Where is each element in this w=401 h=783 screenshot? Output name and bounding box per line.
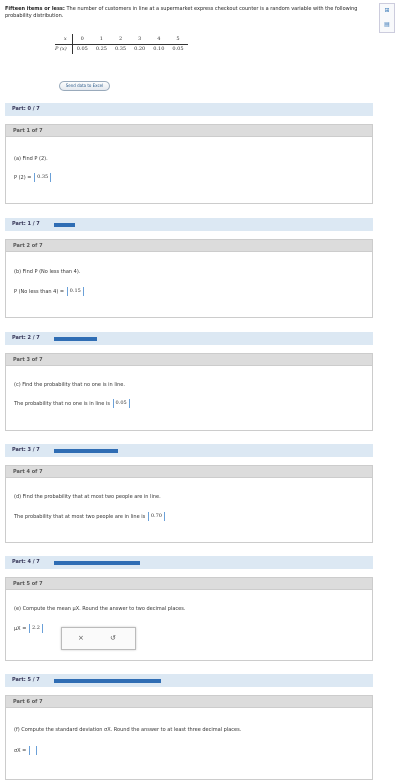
- answer-field[interactable]: 2.2: [28, 624, 43, 633]
- question-text: (a) Find P (2).: [14, 156, 48, 162]
- part-progress-label: Part: 1 / 7: [12, 221, 40, 227]
- progress-fill: [54, 449, 118, 453]
- part-progress-bar: Part: 4 / 7: [5, 556, 373, 569]
- answer-line: P (No less than 4) = 0.15: [14, 287, 84, 296]
- part-progress-bar: Part: 2 / 7: [5, 332, 373, 345]
- part-body: (f) Compute the standard deviation σX. R…: [5, 708, 373, 780]
- part-body: (c) Find the probability that no one is …: [5, 366, 373, 431]
- answer-label: μX =: [14, 626, 27, 632]
- question-text: (d) Find the probability that at most tw…: [14, 494, 161, 500]
- part-progress-bar: Part: 1 / 7: [5, 218, 373, 231]
- problem-title: Fifteen items or less:: [5, 6, 65, 12]
- progress-fill: [54, 679, 161, 683]
- progress-fill: [54, 561, 140, 565]
- answer-field[interactable]: 0.35: [34, 173, 52, 182]
- progress-track: [54, 223, 354, 227]
- question-text: (b) Find P (No less than 4).: [14, 269, 81, 275]
- x-cell: 3: [130, 34, 150, 45]
- answer-tool-popup: × ↺: [61, 627, 136, 650]
- data-table-icon[interactable]: ▤: [380, 18, 394, 32]
- part-body: (b) Find P (No less than 4). P (No less …: [5, 252, 373, 318]
- x-cell: 0: [72, 34, 92, 45]
- p-header: P (x): [55, 44, 73, 54]
- answer-label: The probability that at most two people …: [14, 514, 146, 520]
- calculator-icon[interactable]: ⊞: [380, 4, 394, 18]
- p-cell: 0.05: [172, 46, 184, 53]
- part-progress-label: Part: 5 / 7: [12, 677, 40, 683]
- distribution-table: x 0 1 2 3 4 5 P (x) 0.05 0.25 0.35 0.20 …: [55, 34, 188, 54]
- progress-fill: [54, 223, 75, 227]
- undo-icon[interactable]: ↺: [110, 634, 116, 642]
- progress-track: [54, 679, 354, 683]
- answer-field[interactable]: [28, 746, 37, 755]
- x-cell: 1: [91, 34, 111, 45]
- x-cell: 2: [110, 34, 131, 45]
- part-progress-bar: Part: 5 / 7: [5, 674, 373, 687]
- part-progress-bar: Part: 3 / 7: [5, 444, 373, 457]
- clear-icon[interactable]: ×: [78, 634, 84, 642]
- answer-line: P (2) = 0.35: [14, 173, 52, 182]
- question-text: (c) Find the probability that no one is …: [14, 382, 125, 388]
- part-header: Part 3 of 7: [5, 353, 373, 366]
- answer-label: σX =: [14, 748, 27, 754]
- answer-line: σX =: [14, 746, 37, 755]
- part-progress-label: Part: 3 / 7: [12, 447, 40, 453]
- progress-track: [54, 561, 354, 565]
- part-header: Part 4 of 7: [5, 465, 373, 478]
- x-row: x 0 1 2 3 4 5: [55, 34, 188, 45]
- answer-label: The probability that no one is in line i…: [14, 401, 110, 407]
- progress-track: [54, 337, 354, 341]
- answer-field[interactable]: 0.05: [112, 399, 130, 408]
- x-header: x: [55, 34, 73, 45]
- problem-statement: Fifteen items or less: The number of cus…: [5, 6, 370, 20]
- answer-line: μX = 2.2: [14, 624, 43, 633]
- part-header: Part 6 of 7: [5, 695, 373, 708]
- question-text: (f) Compute the standard deviation σX. R…: [14, 727, 242, 733]
- answer-line: The probability that at most two people …: [14, 512, 165, 521]
- part-body: (e) Compute the mean μX. Round the answe…: [5, 590, 373, 661]
- part-progress-label: Part: 2 / 7: [12, 335, 40, 341]
- p-cell: 0.35: [114, 46, 127, 53]
- p-cell: 0.05: [76, 46, 88, 53]
- answer-field[interactable]: 0.70: [147, 512, 165, 521]
- send-to-excel-button[interactable]: Send data to Excel: [59, 81, 110, 91]
- x-cell: 5: [168, 34, 188, 45]
- progress-track: [54, 108, 354, 112]
- p-cell: 0.10: [153, 46, 165, 53]
- part-progress-label: Part: 4 / 7: [12, 559, 40, 565]
- tool-panel: ⊞ ▤: [379, 3, 395, 33]
- p-cell: 0.25: [95, 46, 107, 53]
- p-cell: 0.20: [134, 46, 146, 53]
- p-row: P (x) 0.05 0.25 0.35 0.20 0.10 0.05: [55, 44, 188, 54]
- answer-label: P (No less than 4) =: [14, 289, 65, 295]
- answer-label: P (2) =: [14, 175, 32, 181]
- x-cell: 4: [149, 34, 169, 45]
- answer-line: The probability that no one is in line i…: [14, 399, 130, 408]
- question-text: (e) Compute the mean μX. Round the answe…: [14, 606, 186, 612]
- part-header: Part 2 of 7: [5, 239, 373, 252]
- part-progress-bar: Part: 0 / 7: [5, 103, 373, 116]
- answer-field[interactable]: 0.15: [66, 287, 84, 296]
- progress-fill: [54, 337, 97, 341]
- part-progress-label: Part: 0 / 7: [12, 106, 40, 112]
- part-header: Part 1 of 7: [5, 124, 373, 137]
- progress-track: [54, 449, 354, 453]
- part-body: (d) Find the probability that at most tw…: [5, 478, 373, 543]
- part-header: Part 5 of 7: [5, 577, 373, 590]
- part-body: (a) Find P (2). P (2) = 0.35: [5, 137, 373, 204]
